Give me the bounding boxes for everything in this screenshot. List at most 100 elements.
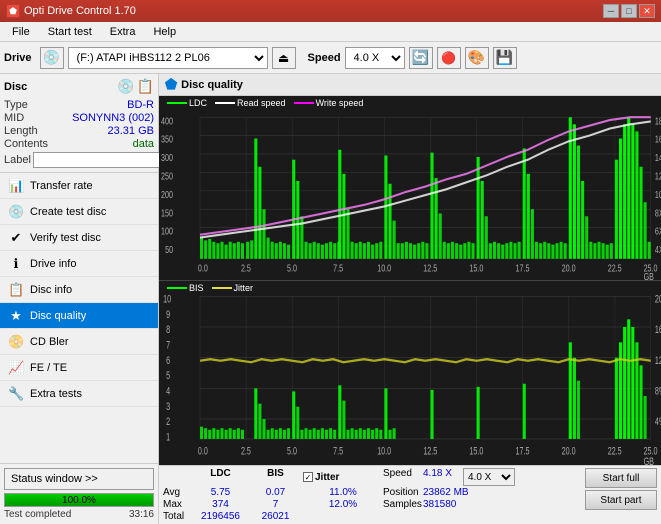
progress-bar-container: 100.0% <box>4 493 154 507</box>
svg-text:300: 300 <box>161 152 173 163</box>
samples-label: Samples <box>383 499 423 510</box>
disc-section: Disc 💿 📋 Type BD-R MID SONYNN3 (002) Len… <box>0 74 158 173</box>
disc-mid-label: MID <box>4 112 24 124</box>
svg-text:17.5: 17.5 <box>516 262 530 273</box>
ldc-header: LDC <box>193 468 248 486</box>
progress-text: 100.0% <box>5 495 153 506</box>
nav-create-test-disc[interactable]: 💿 Create test disc <box>0 199 158 225</box>
svg-text:9: 9 <box>166 308 170 320</box>
menu-help[interactable]: Help <box>145 24 184 40</box>
minimize-button[interactable]: ─ <box>603 4 619 18</box>
speed-label: Speed <box>308 52 341 64</box>
svg-text:22.5: 22.5 <box>608 445 622 457</box>
svg-text:12.5: 12.5 <box>423 445 437 457</box>
disc-label-row: Label 🏷 <box>4 152 154 168</box>
max-jitter: 12.0% <box>303 499 383 510</box>
max-label: Max <box>163 499 193 510</box>
svg-text:7.5: 7.5 <box>333 262 343 273</box>
settings-icon[interactable]: 🎨 <box>465 47 489 69</box>
start-part-button[interactable]: Start part <box>585 490 657 510</box>
disc-label-input[interactable] <box>33 152 171 168</box>
transfer-rate-icon: 📊 <box>8 178 24 194</box>
position-label: Position <box>383 487 423 498</box>
start-full-button[interactable]: Start full <box>585 468 657 488</box>
app-title: Opti Drive Control 1.70 <box>24 5 136 17</box>
svg-text:250: 250 <box>161 170 173 181</box>
nav-fe-te[interactable]: 📈 FE / TE <box>0 355 158 381</box>
svg-text:7.5: 7.5 <box>333 445 343 457</box>
close-button[interactable]: ✕ <box>639 4 655 18</box>
status-window-button[interactable]: Status window >> <box>4 468 154 490</box>
nav-drive-info-label: Drive info <box>30 258 76 270</box>
total-ldc: 2196456 <box>193 511 248 522</box>
svg-text:2: 2 <box>166 416 170 428</box>
drive-icon: 💿 <box>40 47 64 69</box>
nav-verify-test-disc[interactable]: ✔ Verify test disc <box>0 225 158 251</box>
svg-text:200: 200 <box>161 189 173 200</box>
toolbar: Drive 💿 (F:) ATAPI iHBS112 2 PL06 ⏏ Spee… <box>0 42 661 74</box>
status-section: Status window >> 100.0% Test completed 3… <box>0 463 158 524</box>
disc-quality-header-icon: ⬟ <box>165 76 177 93</box>
burn-icon[interactable]: 🔴 <box>437 47 461 69</box>
nav-verify-test-disc-label: Verify test disc <box>30 232 101 244</box>
speed-select-stats[interactable]: 4.0 X <box>463 468 515 486</box>
disc-label-label: Label <box>4 154 31 166</box>
nav-disc-info[interactable]: 📋 Disc info <box>0 277 158 303</box>
menu-extra[interactable]: Extra <box>102 24 144 40</box>
action-buttons: Start full Start part <box>585 468 657 510</box>
nav-disc-quality-label: Disc quality <box>30 310 86 322</box>
svg-text:17.5: 17.5 <box>516 445 530 457</box>
jitter-header: Jitter <box>315 472 339 483</box>
top-chart-legend: LDC Read speed Write speed <box>167 98 363 108</box>
svg-text:3: 3 <box>166 400 170 412</box>
nav-cd-bler-label: CD Bler <box>30 336 69 348</box>
bottom-chart-svg: 10 9 8 7 6 5 4 3 2 1 20% 16% 12% 8% 4% <box>159 281 661 465</box>
main-layout: Disc 💿 📋 Type BD-R MID SONYNN3 (002) Len… <box>0 74 661 524</box>
disc-info-nav-icon: 📋 <box>8 282 24 298</box>
disc-quality-header: ⬟ Disc quality <box>159 74 661 96</box>
svg-text:20.0: 20.0 <box>562 262 576 273</box>
disc-refresh-icon[interactable]: 💿 <box>117 78 134 95</box>
max-ldc: 374 <box>193 499 248 510</box>
nav-transfer-rate-label: Transfer rate <box>30 180 93 192</box>
svg-text:2.5: 2.5 <box>241 445 251 457</box>
menu-start-test[interactable]: Start test <box>40 24 100 40</box>
save-icon[interactable]: 💾 <box>493 47 517 69</box>
svg-text:6X: 6X <box>655 226 661 237</box>
speed-select[interactable]: 4.0 X <box>345 47 405 69</box>
disc-info-icon[interactable]: 📋 <box>137 78 154 95</box>
svg-text:150: 150 <box>161 207 173 218</box>
disc-title: Disc <box>4 81 27 93</box>
position-value: 23862 MB <box>423 487 483 498</box>
status-time: 33:16 <box>129 509 154 520</box>
drive-select[interactable]: (F:) ATAPI iHBS112 2 PL06 <box>68 47 268 69</box>
speed-stat-label: Speed <box>383 468 423 486</box>
eject-button[interactable]: ⏏ <box>272 47 296 69</box>
nav-extra-tests[interactable]: 🔧 Extra tests <box>0 381 158 407</box>
top-chart: LDC Read speed Write speed <box>159 96 661 281</box>
nav-transfer-rate[interactable]: 📊 Transfer rate <box>0 173 158 199</box>
menu-file[interactable]: File <box>4 24 38 40</box>
nav-drive-info[interactable]: ℹ Drive info <box>0 251 158 277</box>
avg-jitter: 11.0% <box>303 487 383 498</box>
sidebar: Disc 💿 📋 Type BD-R MID SONYNN3 (002) Len… <box>0 74 159 524</box>
svg-text:12.5: 12.5 <box>423 262 437 273</box>
svg-text:12X: 12X <box>655 170 661 181</box>
refresh-button[interactable]: 🔄 <box>409 47 433 69</box>
nav-extra-tests-label: Extra tests <box>30 388 82 400</box>
jitter-checkbox[interactable]: ✓ <box>303 472 313 482</box>
window-controls: ─ □ ✕ <box>603 4 655 18</box>
svg-text:1: 1 <box>166 431 170 443</box>
maximize-button[interactable]: □ <box>621 4 637 18</box>
svg-text:GB: GB <box>644 271 655 280</box>
nav-disc-quality[interactable]: ★ Disc quality <box>0 303 158 329</box>
drive-info-icon: ℹ <box>8 256 24 272</box>
svg-text:20%: 20% <box>655 293 661 305</box>
create-test-disc-icon: 💿 <box>8 204 24 220</box>
svg-text:10.0: 10.0 <box>377 262 391 273</box>
nav-cd-bler[interactable]: 📀 CD Bler <box>0 329 158 355</box>
svg-text:8%: 8% <box>655 385 661 397</box>
disc-type-row: Type BD-R <box>4 99 154 111</box>
svg-text:5.0: 5.0 <box>287 445 297 457</box>
extra-tests-icon: 🔧 <box>8 386 24 402</box>
